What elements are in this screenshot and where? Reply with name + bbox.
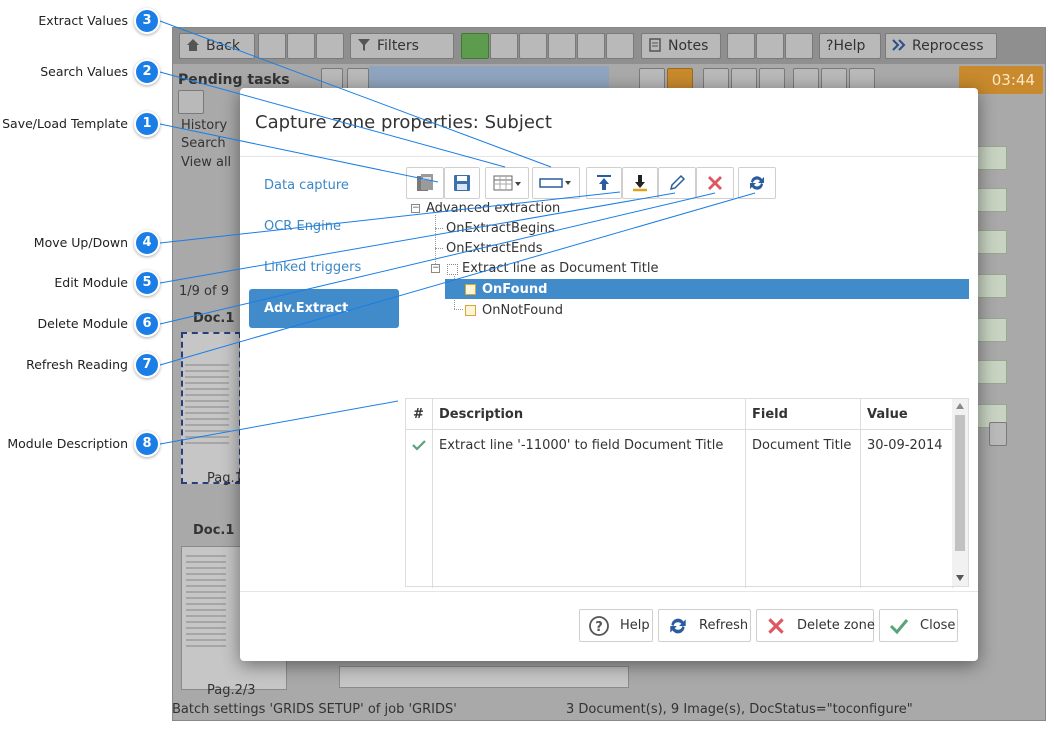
callout-badge: 7	[134, 352, 160, 378]
callout-label-refresh-reading: Refresh Reading	[26, 357, 128, 372]
callout-label-module-description: Module Description	[7, 436, 128, 451]
callout-badge: 2	[134, 59, 160, 85]
callout-label-search-values: Search Values	[40, 64, 128, 79]
callout-badge: 3	[134, 8, 160, 34]
callout-badge: 5	[134, 270, 160, 296]
callout-label-move-up-down: Move Up/Down	[33, 235, 128, 250]
callout-badge: 6	[134, 311, 160, 337]
callout-label-edit-module: Edit Module	[54, 275, 128, 290]
screenshot-stage: Back Filters Notes ?Help Reprocess Pendi…	[0, 0, 1054, 729]
callout-badge: 8	[134, 431, 160, 457]
callout-label-delete-module: Delete Module	[37, 316, 129, 331]
callout-badge: 1	[134, 111, 160, 137]
callout-label-extract-values: Extract Values	[38, 13, 128, 28]
callout-label-save-load-template: Save/Load Template	[2, 116, 128, 131]
callout-badge: 4	[134, 230, 160, 256]
